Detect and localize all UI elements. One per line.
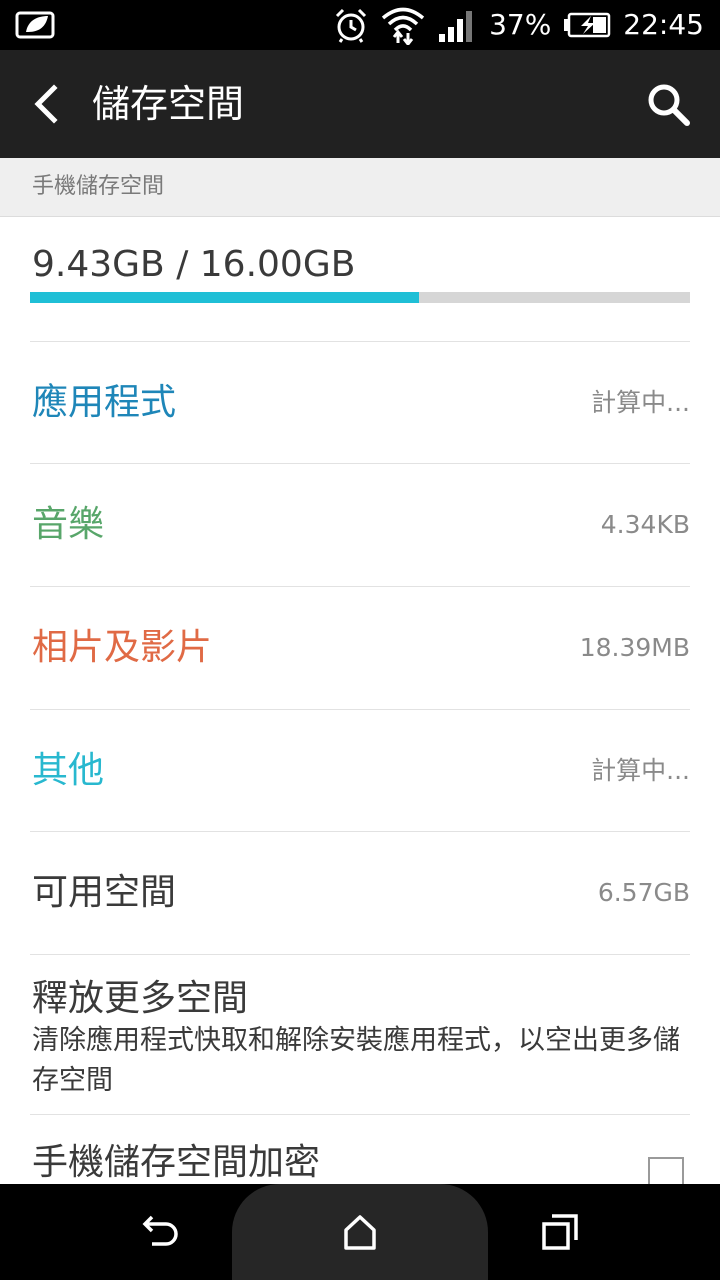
row-music-label: 音樂 [32,504,105,545]
row-photos-videos-value: 18.39MB [579,633,690,662]
home-icon[interactable] [340,1212,380,1252]
clock-time: 22:45 [623,8,704,41]
row-apps-value: 計算中... [591,388,690,417]
encrypt-storage-checkbox[interactable] [648,1157,684,1185]
alarm-clock-icon [336,8,367,43]
navigation-bar [0,1184,720,1280]
row-available-space-label: 可用空間 [32,872,177,913]
storage-usage-bar [30,292,690,303]
row-music-value: 4.34KB [600,510,690,539]
encrypt-storage-title: 手機儲存空間加密 [32,1142,321,1183]
free-up-space-title: 釋放更多空間 [32,978,249,1019]
back-nav-icon[interactable] [140,1212,180,1252]
free-up-space-item[interactable]: 釋放更多空間 清除應用程式快取和解除安裝應用程式，以空出更多儲存空間 [30,954,690,1115]
wifi-icon [381,7,425,45]
battery-percent: 37% [489,8,552,41]
encrypt-storage-item[interactable]: 手機儲存空間加密 [30,1114,690,1185]
eco-leaf-icon [15,11,55,39]
row-apps[interactable]: 應用程式 計算中... [30,341,690,464]
back-arrow-icon[interactable] [30,82,64,126]
signal-icon [439,11,473,42]
page-title: 儲存空間 [92,82,245,126]
row-apps-label: 應用程式 [32,382,177,423]
storage-usage-text: 9.43GB / 16.00GB [32,244,356,285]
row-other[interactable]: 其他 計算中... [30,709,690,832]
battery-charging-icon [564,12,611,38]
status-bar: 37% 22:45 [0,0,720,50]
search-icon[interactable] [646,82,690,126]
section-header: 手機儲存空間 [0,158,720,217]
free-up-space-description: 清除應用程式快取和解除安裝應用程式，以空出更多儲存空間 [32,1025,680,1096]
row-available-space: 可用空間 6.57GB [30,831,690,954]
recents-icon[interactable] [540,1212,580,1252]
storage-usage-bar-fill [30,292,419,303]
row-photos-videos[interactable]: 相片及影片 18.39MB [30,586,690,709]
row-music[interactable]: 音樂 4.34KB [30,463,690,586]
row-photos-videos-label: 相片及影片 [32,627,213,668]
row-other-label: 其他 [32,750,105,791]
row-available-space-value: 6.57GB [597,878,690,907]
app-bar: 儲存空間 [0,50,720,158]
row-other-value: 計算中... [591,756,690,785]
section-header-label: 手機儲存空間 [32,174,165,199]
